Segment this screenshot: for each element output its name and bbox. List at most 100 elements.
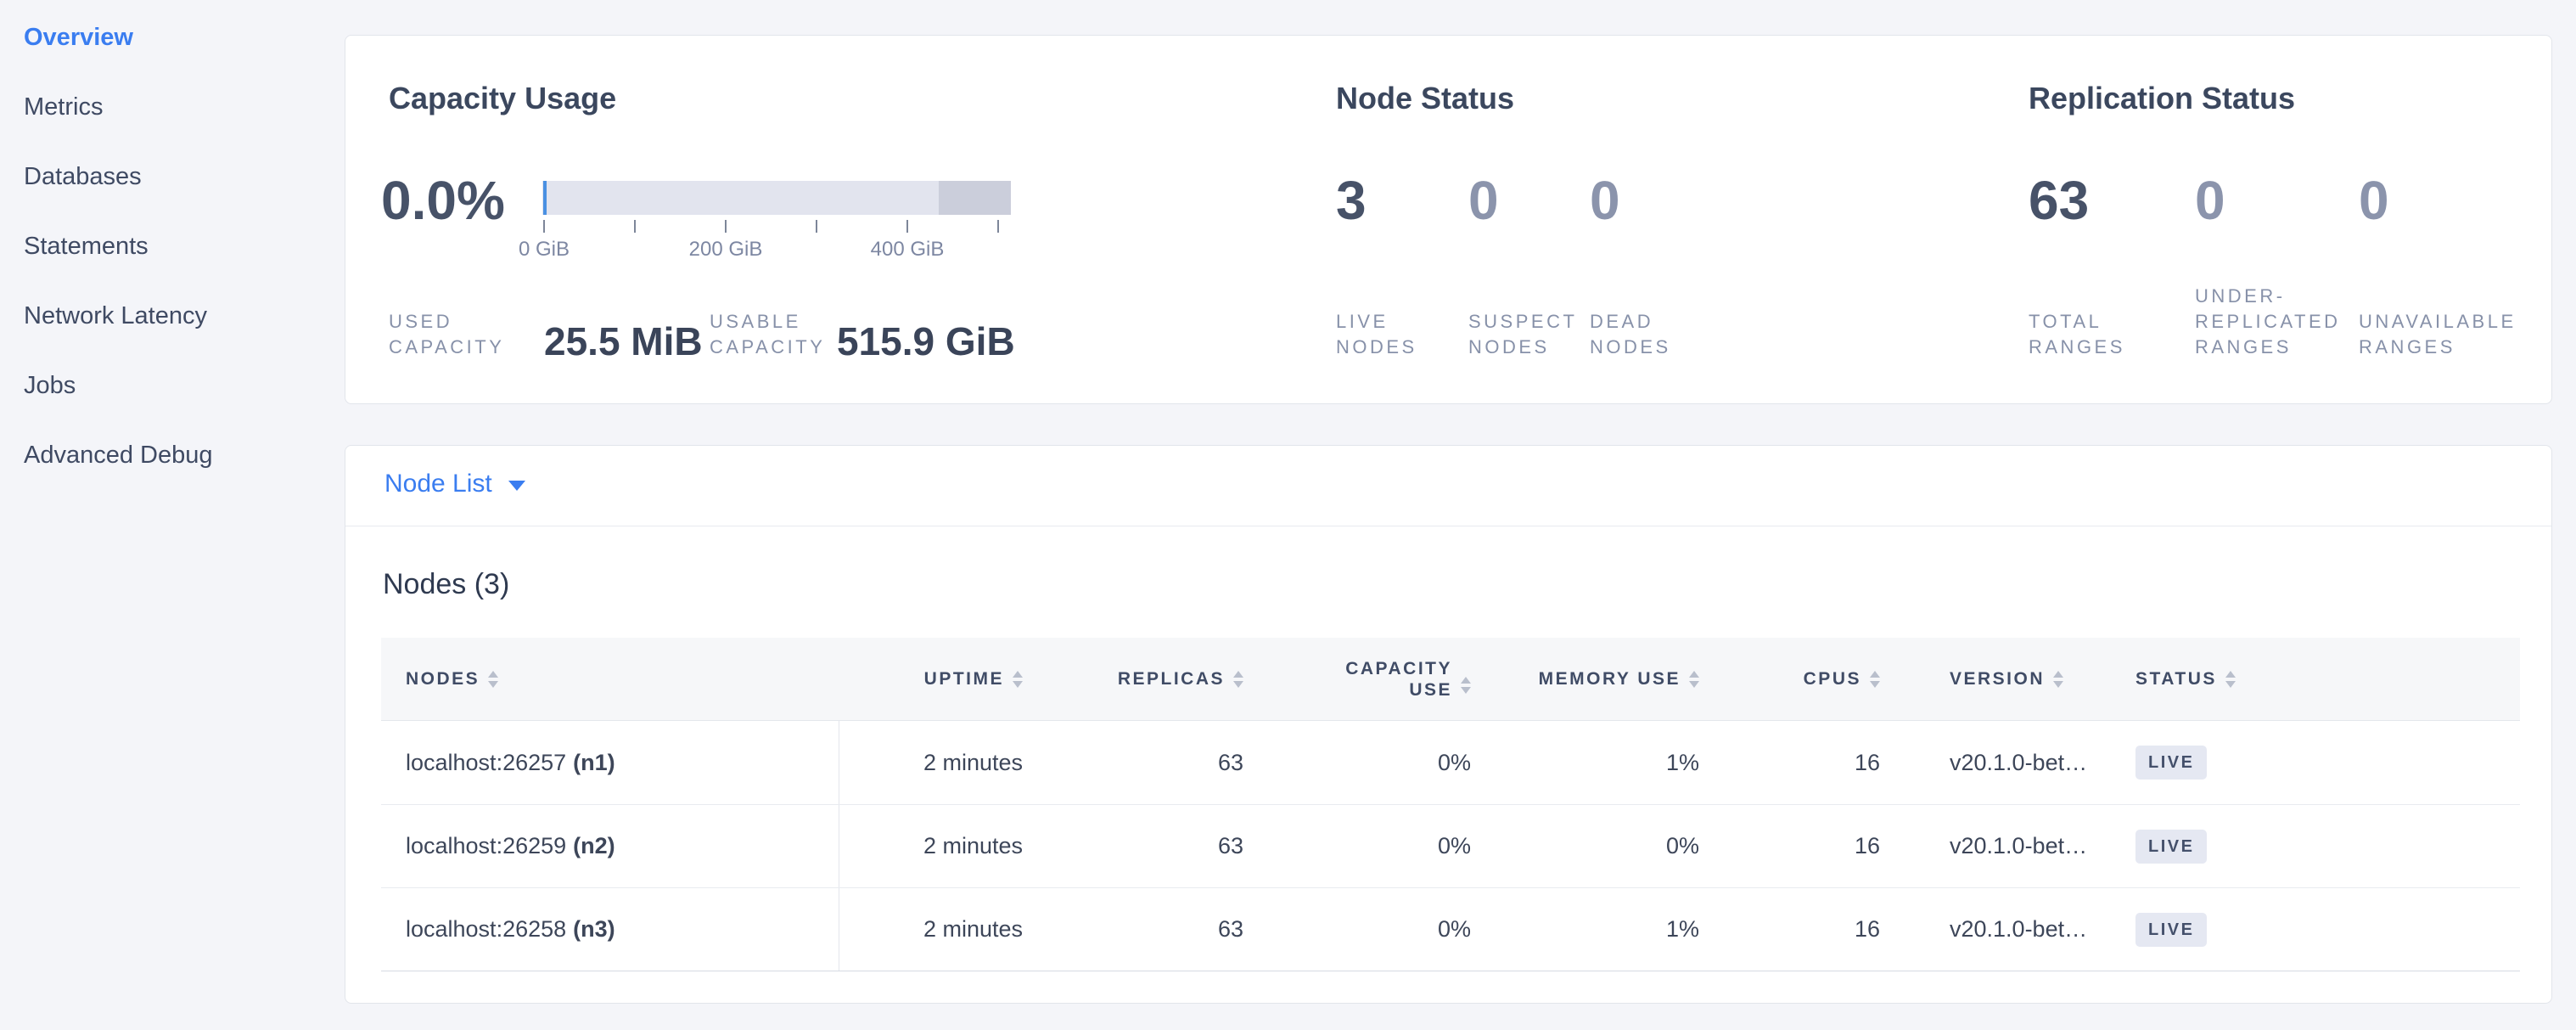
replicas-cell: 63 bbox=[1035, 721, 1255, 804]
uptime-cell: 2 minutes bbox=[839, 888, 1035, 971]
under-replicated-ranges-label: UNDER- REPLICATED RANGES bbox=[2195, 284, 2341, 360]
node-id: (n3) bbox=[573, 916, 615, 943]
dead-nodes-count: 0 bbox=[1590, 170, 1620, 231]
node-list-dropdown-label: Node List bbox=[384, 470, 492, 498]
status-cell: LIVE bbox=[2127, 888, 2520, 971]
uptime-cell: 2 minutes bbox=[839, 805, 1035, 887]
nodes-table-body: localhost:26257 (n1) 2 minutes 63 0% 1% … bbox=[381, 721, 2520, 971]
sort-icon bbox=[1233, 671, 1243, 688]
axis-tick bbox=[543, 220, 545, 233]
sidebar: Overview Metrics Databases Statements Ne… bbox=[0, 0, 345, 1030]
axis-tick-label: 400 GiB bbox=[871, 238, 945, 262]
column-header-nodes[interactable]: NODES bbox=[381, 669, 839, 689]
axis-tick-label: 200 GiB bbox=[689, 238, 763, 262]
axis-tick bbox=[725, 220, 727, 233]
dead-nodes-label: DEAD NODES bbox=[1590, 309, 1671, 360]
sidebar-item-metrics[interactable]: Metrics bbox=[24, 92, 103, 122]
total-ranges-count: 63 bbox=[2029, 170, 2089, 231]
suspect-nodes-count: 0 bbox=[1468, 170, 1499, 231]
sidebar-item-overview[interactable]: Overview bbox=[24, 22, 133, 53]
column-header-replicas[interactable]: REPLICAS bbox=[1035, 669, 1255, 689]
sort-icon bbox=[1870, 671, 1880, 688]
node-address-cell[interactable]: localhost:26258 (n3) bbox=[381, 888, 839, 971]
column-header-cpus[interactable]: CPUS bbox=[1711, 669, 1892, 689]
capacity-use-cell: 0% bbox=[1255, 721, 1483, 804]
capacity-use-cell: 0% bbox=[1255, 888, 1483, 971]
axis-tick-label: 0 GiB bbox=[519, 238, 570, 262]
node-id: (n2) bbox=[573, 833, 615, 859]
sort-icon bbox=[1689, 671, 1699, 688]
capacity-axis bbox=[542, 220, 1011, 234]
capacity-used-percent: 0.0% bbox=[381, 170, 505, 231]
table-row[interactable]: localhost:26257 (n1) 2 minutes 63 0% 1% … bbox=[381, 721, 2520, 804]
table-row[interactable]: localhost:26258 (n3) 2 minutes 63 0% 1% … bbox=[381, 887, 2520, 971]
node-list-dropdown[interactable]: Node List bbox=[384, 470, 525, 498]
node-list-card: Node List Nodes (3) NODES UPTIME REPLICA… bbox=[345, 445, 2552, 1004]
replicas-cell: 63 bbox=[1035, 805, 1255, 887]
axis-tick bbox=[634, 220, 636, 233]
unavailable-ranges-count: 0 bbox=[2359, 170, 2389, 231]
unavailable-ranges-label: UNAVAILABLE RANGES bbox=[2359, 309, 2517, 360]
node-id: (n1) bbox=[573, 750, 615, 776]
under-replicated-ranges-count: 0 bbox=[2195, 170, 2225, 231]
table-row[interactable]: localhost:26259 (n2) 2 minutes 63 0% 0% … bbox=[381, 804, 2520, 887]
status-badge: LIVE bbox=[2135, 746, 2207, 780]
status-cell: LIVE bbox=[2127, 805, 2520, 887]
status-badge: LIVE bbox=[2135, 913, 2207, 947]
version-cell: v20.1.0-bet… bbox=[1892, 721, 2127, 804]
axis-tick bbox=[816, 220, 817, 233]
sidebar-item-statements[interactable]: Statements bbox=[24, 231, 149, 262]
nodes-table: NODES UPTIME REPLICAS CAPACITY USE MEMOR… bbox=[381, 638, 2520, 971]
replicas-cell: 63 bbox=[1035, 888, 1255, 971]
status-cell: LIVE bbox=[2127, 721, 2520, 804]
used-capacity-label: USED CAPACITY bbox=[389, 309, 504, 360]
replication-status-title: Replication Status bbox=[2029, 81, 2295, 116]
memory-use-cell: 1% bbox=[1483, 888, 1711, 971]
sidebar-item-databases[interactable]: Databases bbox=[24, 161, 142, 192]
version-cell: v20.1.0-bet… bbox=[1892, 888, 2127, 971]
memory-use-cell: 1% bbox=[1483, 721, 1711, 804]
capacity-use-cell: 0% bbox=[1255, 805, 1483, 887]
suspect-nodes-label: SUSPECT NODES bbox=[1468, 309, 1577, 360]
cluster-summary-card: Capacity Usage 0.0% 0 GiB 200 GiB 400 Gi… bbox=[345, 35, 2552, 404]
sort-icon bbox=[1461, 677, 1471, 694]
axis-tick bbox=[997, 220, 999, 233]
live-nodes-label: LIVE NODES bbox=[1336, 309, 1417, 360]
version-cell: v20.1.0-bet… bbox=[1892, 805, 2127, 887]
sort-icon bbox=[2053, 671, 2063, 688]
node-address-cell[interactable]: localhost:26259 (n2) bbox=[381, 805, 839, 887]
capacity-usage-title: Capacity Usage bbox=[389, 81, 616, 116]
node-address-cell[interactable]: localhost:26257 (n1) bbox=[381, 721, 839, 804]
nodes-heading: Nodes (3) bbox=[383, 568, 509, 601]
cpus-cell: 16 bbox=[1711, 721, 1892, 804]
sidebar-item-jobs[interactable]: Jobs bbox=[24, 370, 76, 401]
cpus-cell: 16 bbox=[1711, 805, 1892, 887]
column-header-memory-use[interactable]: MEMORY USE bbox=[1483, 669, 1711, 689]
nodes-table-header: NODES UPTIME REPLICAS CAPACITY USE MEMOR… bbox=[381, 638, 2520, 721]
sort-icon bbox=[1013, 671, 1023, 688]
usable-capacity-label: USABLE CAPACITY bbox=[710, 309, 825, 360]
node-list-toolbar: Node List bbox=[345, 446, 2551, 526]
capacity-bar bbox=[542, 181, 1011, 215]
used-capacity-value: 25.5 MiB bbox=[544, 321, 703, 362]
axis-tick bbox=[906, 220, 908, 233]
uptime-cell: 2 minutes bbox=[839, 721, 1035, 804]
capacity-bar-used-segment bbox=[543, 181, 547, 215]
column-header-status[interactable]: STATUS bbox=[2127, 669, 2520, 689]
status-badge: LIVE bbox=[2135, 830, 2207, 864]
sort-icon bbox=[2225, 671, 2236, 688]
cpus-cell: 16 bbox=[1711, 888, 1892, 971]
memory-use-cell: 0% bbox=[1483, 805, 1711, 887]
sort-icon bbox=[488, 671, 498, 688]
total-ranges-label: TOTAL RANGES bbox=[2029, 309, 2125, 360]
column-header-version[interactable]: VERSION bbox=[1892, 669, 2127, 689]
live-nodes-count: 3 bbox=[1336, 170, 1367, 231]
usable-capacity-value: 515.9 GiB bbox=[837, 321, 1015, 362]
sidebar-item-network-latency[interactable]: Network Latency bbox=[24, 301, 207, 331]
node-status-title: Node Status bbox=[1336, 81, 1514, 116]
chevron-down-icon bbox=[508, 481, 525, 491]
column-header-capacity-use[interactable]: CAPACITY USE bbox=[1255, 658, 1483, 701]
sidebar-item-advanced-debug[interactable]: Advanced Debug bbox=[24, 440, 213, 470]
column-header-uptime[interactable]: UPTIME bbox=[839, 669, 1035, 689]
capacity-bar-reserved-segment bbox=[939, 181, 1011, 215]
